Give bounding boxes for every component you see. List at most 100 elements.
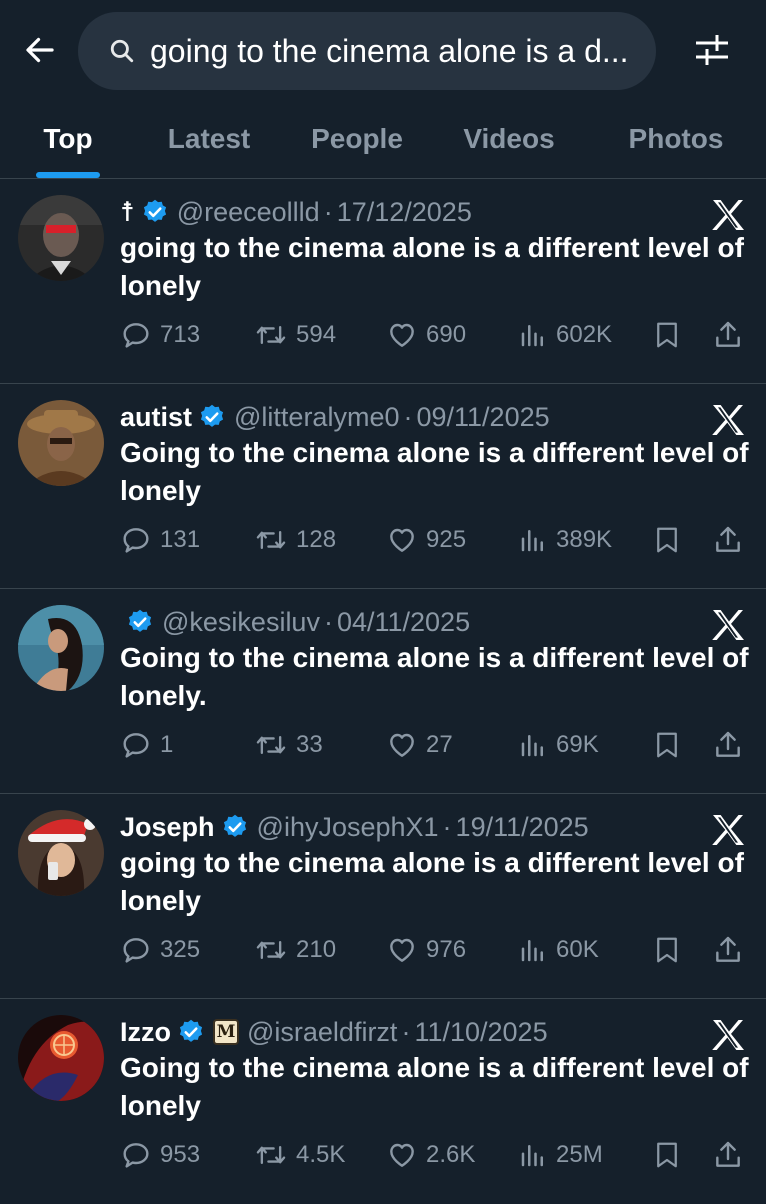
share-icon [716,936,740,962]
tweet-header: Joseph @ihyJosephX1 · 19/11/2025 [120,808,589,846]
tweet-date[interactable]: 19/11/2025 [456,812,589,843]
views-button[interactable]: 69K [518,725,599,765]
views-icon [521,735,543,757]
tweet-card[interactable]: autist @litteralyme0 · 09/11/2025 Going … [0,384,766,589]
tab-people[interactable]: People [304,100,410,178]
bookmark-button[interactable] [652,520,682,560]
reply-button[interactable]: 953 [120,1135,200,1175]
tab-label: People [311,123,403,154]
views-icon [521,325,543,347]
user-handle[interactable]: @ihyJosephX1 [257,812,439,843]
bookmark-button[interactable] [652,315,682,355]
user-handle[interactable]: @kesikesiluv [162,607,320,638]
share-button[interactable] [712,520,744,560]
tweet-date[interactable]: 04/11/2025 [337,607,470,638]
like-icon [390,323,414,347]
like-button[interactable]: 976 [386,930,466,970]
search-bar[interactable] [78,12,656,90]
avatar[interactable] [18,195,104,281]
display-name[interactable]: ☨ [120,197,135,228]
like-button[interactable]: 27 [386,725,453,765]
retweet-button[interactable]: 594 [254,315,336,355]
views-count: 389K [556,526,613,553]
avatar[interactable] [18,1015,104,1101]
tweet-card[interactable]: Joseph @ihyJosephX1 · 19/11/2025 going t… [0,794,766,999]
reply-count: 131 [160,526,201,553]
tab-latest[interactable]: Latest [160,100,258,178]
reply-button[interactable]: 713 [120,315,200,355]
back-button[interactable] [18,28,62,72]
reply-button[interactable]: 131 [120,520,200,560]
avatar[interactable] [18,400,104,486]
views-count: 602K [556,321,613,348]
separator-dot: · [401,1016,411,1047]
verified-badge-icon [141,198,169,226]
tweet-actions: 325 210 976 60K [120,930,750,970]
share-button[interactable] [712,315,744,355]
tweet-text: Going to the cinema alone is a different… [120,1052,749,1121]
retweet-icon [256,530,286,550]
retweet-count: 594 [296,321,337,348]
display-name[interactable]: Izzo [120,1017,171,1048]
tab-photos[interactable]: Photos [622,100,730,178]
bookmark-button[interactable] [652,1135,682,1175]
like-count: 925 [426,526,467,553]
retweet-icon [256,735,286,755]
search-filter-button[interactable] [684,28,740,72]
tab-videos[interactable]: Videos [456,100,562,178]
avatar[interactable] [18,810,104,896]
tweet-card[interactable]: Izzo M @israeldfirzt · 11/10/2025 Going … [0,999,766,1204]
views-button[interactable]: 602K [518,315,612,355]
user-handle[interactable]: @israeldfirzt [247,1017,397,1048]
display-name[interactable]: Joseph [120,812,215,843]
tweet-card[interactable]: @kesikesiluv · 04/11/2025 Going to the c… [0,589,766,794]
views-button[interactable]: 25M [518,1135,603,1175]
retweet-count: 210 [296,936,337,963]
tweet-date[interactable]: 09/11/2025 [416,402,549,433]
reply-button[interactable]: 1 [120,725,173,765]
like-icon [390,528,414,552]
separator-dot: · [323,606,333,637]
reply-icon [123,1143,149,1168]
retweet-icon [256,325,286,345]
tweet-date[interactable]: 17/12/2025 [337,197,472,228]
views-count: 60K [556,936,599,963]
separator-dot: · [323,196,333,227]
verified-badge-icon [198,403,226,431]
like-button[interactable]: 925 [386,520,466,560]
bookmark-button[interactable] [652,930,682,970]
reply-icon [123,938,149,963]
verified-badge-icon [221,813,249,841]
like-icon [390,733,414,757]
display-name[interactable]: autist [120,402,192,433]
tweet-date[interactable]: 11/10/2025 [414,1017,547,1048]
like-button[interactable]: 690 [386,315,466,355]
tweet-text: going to the cinema alone is a different… [120,232,744,301]
user-handle[interactable]: @litteralyme0 [234,402,399,433]
search-input[interactable] [150,32,630,70]
retweet-button[interactable]: 4.5K [254,1135,345,1175]
share-button[interactable] [712,725,744,765]
share-button[interactable] [712,1135,744,1175]
verified-badge-icon [126,608,154,636]
search-icon [106,35,138,67]
tweet-header: @kesikesiluv · 04/11/2025 [120,603,470,641]
tab-top[interactable]: Top [36,100,100,178]
retweet-button[interactable]: 210 [254,930,336,970]
retweet-icon [256,1145,286,1165]
like-button[interactable]: 2.6K [386,1135,475,1175]
views-button[interactable]: 389K [518,520,612,560]
avatar[interactable] [18,605,104,691]
views-button[interactable]: 60K [518,930,599,970]
retweet-button[interactable]: 33 [254,725,323,765]
views-icon [521,940,543,962]
retweet-button[interactable]: 128 [254,520,336,560]
user-handle[interactable]: @reeceollld [177,197,320,228]
share-icon [716,321,740,347]
tweet-card[interactable]: ☨ @reeceollld · 17/12/2025 going to the … [0,179,766,384]
bookmark-button[interactable] [652,725,682,765]
reply-button[interactable]: 325 [120,930,200,970]
filter-icon [696,35,728,65]
share-button[interactable] [712,930,744,970]
affiliate-badge[interactable]: M [213,1019,239,1045]
